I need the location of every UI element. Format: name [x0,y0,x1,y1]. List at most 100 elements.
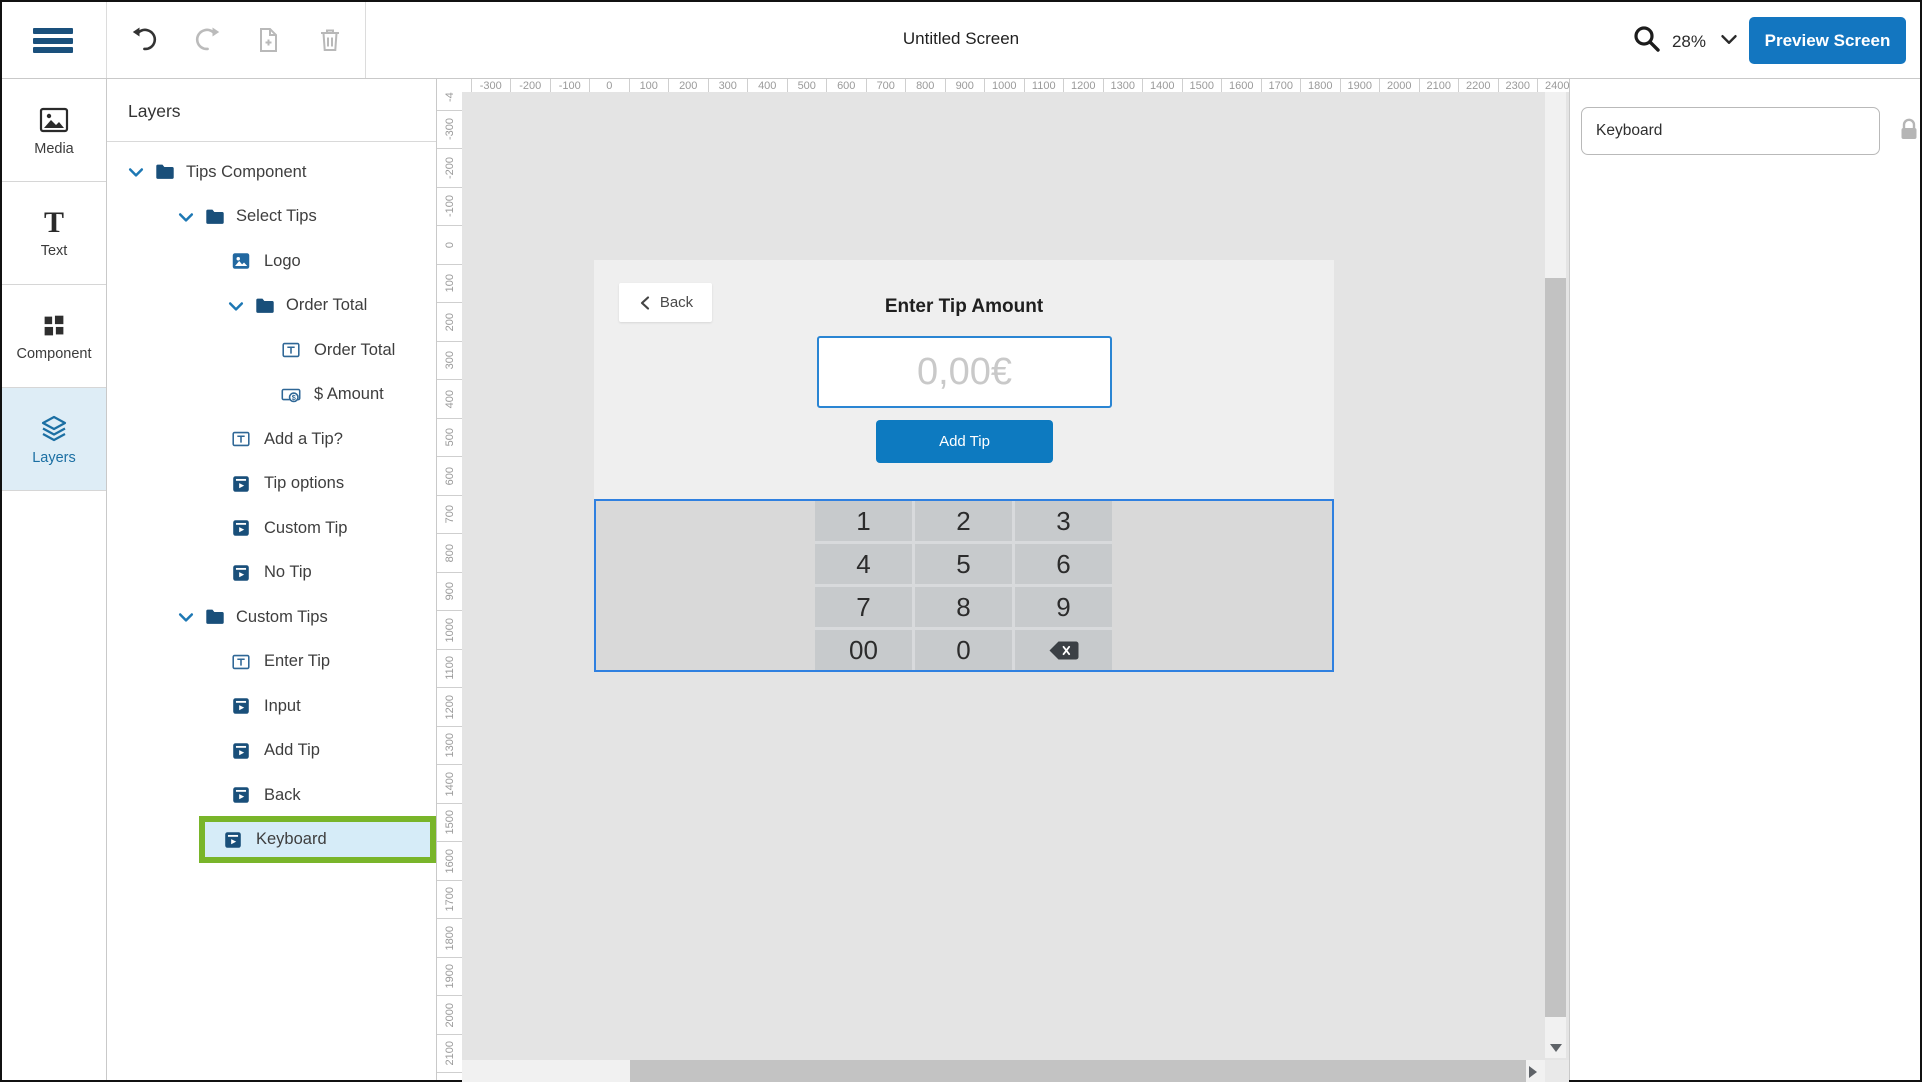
layer-item-custom-tip[interactable]: Custom Tip [107,506,436,551]
keyboard-component-selected[interactable]: 123456789000 [594,499,1334,672]
sidebar-item-layers[interactable]: Layers [2,388,106,491]
tool-sidebar: Media T Text Component Layers [2,79,107,1080]
layer-item-label: $ Amount [314,385,384,404]
ruler-tick-label: 1300 [1104,79,1144,92]
ruler-horizontal-strip: -400-300-200-100010020030040050060070080… [462,79,1569,92]
redo-button[interactable] [191,24,223,56]
horizontal-scrollbar-track[interactable] [462,1060,1545,1082]
layer-item-back[interactable]: Back [107,773,436,818]
selected-layer-highlight[interactable]: Keyboard [199,816,436,863]
ruler-tick-label: 2000 [437,996,462,1035]
layer-item-label: Keyboard [256,830,327,849]
zoom-level-value[interactable]: 28% [1672,32,1706,52]
sidebar-item-label: Layers [32,450,76,466]
layer-item-no-tip[interactable]: No Tip [107,551,436,596]
ruler-vertical-strip: -400-300-200-100010020030040050060070080… [437,92,462,1080]
scroll-right-arrow-icon[interactable] [1529,1066,1537,1078]
keypad-key-3[interactable]: 3 [1015,501,1112,541]
ruler-vertical: -400-300-200-100010020030040050060070080… [437,92,462,1080]
hamburger-menu-icon[interactable] [33,28,73,53]
ruler-tick-label: 900 [437,573,462,612]
layer-item-label: Input [264,697,301,716]
layer-item-tips-component[interactable]: Tips Component [107,150,436,195]
add-tip-button[interactable]: Add Tip [876,420,1053,463]
ruler-tick-label: 1400 [1143,79,1183,92]
layers-panel-title: Layers [107,79,436,141]
ruler-tick-label: 2200 [437,1073,462,1080]
layers-tree: Tips ComponentSelect TipsLogoOrder Total… [107,142,436,862]
lock-icon[interactable] [1898,117,1920,148]
ruler-tick-label: 1100 [437,650,462,689]
ruler-tick-label: 1400 [437,765,462,804]
folder-icon [204,206,226,228]
ruler-tick-label: 900 [946,79,986,92]
undo-icon [130,25,160,55]
layer-item-amount[interactable]: $ $ Amount [107,373,436,418]
vertical-scrollbar-track[interactable] [1545,92,1566,1058]
chevron-down-icon[interactable] [226,296,246,316]
layers-icon [38,413,70,445]
ruler-tick-label: 1000 [985,79,1025,92]
text-layer-icon [230,651,252,673]
ruler-tick-label: 300 [709,79,749,92]
layer-item-label: Add Tip [264,741,320,760]
delete-button[interactable] [314,24,346,56]
zoom-chevron-down-icon[interactable] [1716,26,1742,57]
keypad-key-backspace[interactable] [1015,630,1112,670]
design-canvas[interactable]: Back Enter Tip Amount Add Tip 1234567890… [462,92,1569,1082]
layer-item-order-total[interactable]: Order Total [107,284,436,329]
layer-item-keyboard[interactable]: Keyboard [107,818,436,863]
layer-item-label: Tips Component [186,163,306,182]
layer-item-custom-tips[interactable]: Custom Tips [107,595,436,640]
undo-button[interactable] [129,24,161,56]
keypad-key-6[interactable]: 6 [1015,544,1112,584]
ruler-tick-label: 600 [827,79,867,92]
layer-item-label: Add a Tip? [264,430,343,449]
ruler-tick-label: -200 [437,149,462,188]
zoom-search-icon[interactable] [1632,24,1662,59]
layer-item-input[interactable]: Input [107,684,436,729]
vertical-scrollbar-thumb[interactable] [1545,278,1566,1017]
layer-item-label: Back [264,786,301,805]
tip-amount-input[interactable] [817,336,1112,408]
layer-item-select-tips[interactable]: Select Tips [107,195,436,240]
keypad-key-00[interactable]: 00 [815,630,912,670]
layer-item-tip-options[interactable]: Tip options [107,462,436,507]
keypad-key-0[interactable]: 0 [915,630,1012,670]
ruler-tick-label: 1200 [1064,79,1104,92]
screen-artboard[interactable]: Back Enter Tip Amount Add Tip [594,260,1334,501]
ruler-tick-label: 2300 [1499,79,1539,92]
layer-item-enter-tip[interactable]: Enter Tip [107,640,436,685]
horizontal-scrollbar-thumb[interactable] [630,1060,1526,1082]
scrollbar-corner [1545,1060,1569,1082]
keypad-key-5[interactable]: 5 [915,544,1012,584]
keypad-key-1[interactable]: 1 [815,501,912,541]
sidebar-item-component[interactable]: Component [2,285,106,388]
box-layer-icon [230,517,252,539]
ruler-tick-label: 100 [630,79,670,92]
keypad-key-4[interactable]: 4 [815,544,912,584]
toolbar-divider [365,2,366,78]
layer-item-logo[interactable]: Logo [107,239,436,284]
chevron-down-icon[interactable] [176,607,196,627]
chevron-down-icon[interactable] [126,162,146,182]
preview-screen-button[interactable]: Preview Screen [1749,17,1906,64]
box-layer-icon [230,784,252,806]
scroll-down-arrow-icon[interactable] [1550,1044,1562,1052]
keypad-key-2[interactable]: 2 [915,501,1012,541]
ruler-tick-label: 700 [867,79,907,92]
layer-item-add-a-tip[interactable]: Add a Tip? [107,417,436,462]
money-layer-icon: $ [280,384,302,406]
keypad-key-9[interactable]: 9 [1015,587,1112,627]
layer-name-input[interactable] [1581,107,1880,155]
chevron-down-icon[interactable] [176,207,196,227]
text-layer-icon [230,428,252,450]
new-page-button[interactable] [252,24,284,56]
sidebar-item-text[interactable]: T Text [2,182,106,285]
keypad-key-8[interactable]: 8 [915,587,1012,627]
keypad-key-7[interactable]: 7 [815,587,912,627]
sidebar-item-label: Component [17,346,92,362]
layer-item-add-tip[interactable]: Add Tip [107,729,436,774]
layer-item-order-total[interactable]: Order Total [107,328,436,373]
sidebar-item-media[interactable]: Media [2,79,106,182]
